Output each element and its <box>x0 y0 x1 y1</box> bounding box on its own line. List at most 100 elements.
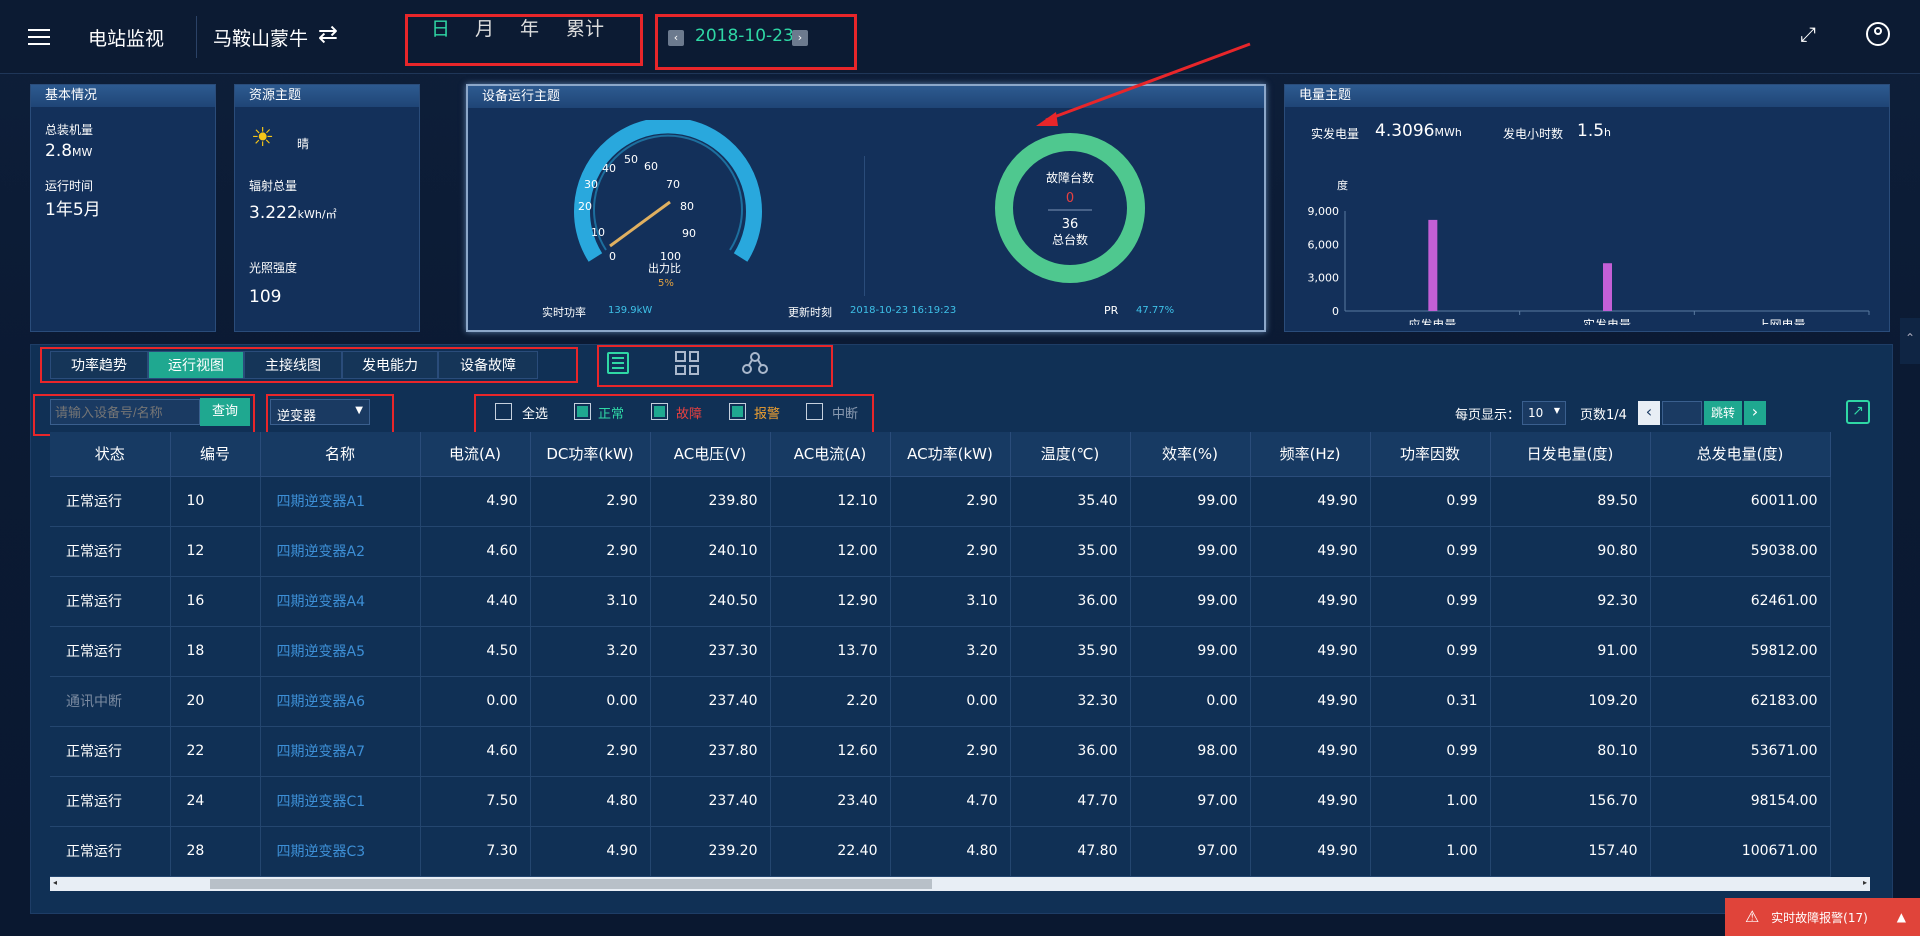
gauge-arc <box>574 120 762 262</box>
gauge-value: 5% <box>658 278 674 289</box>
column-header: 电流(A) <box>420 432 531 477</box>
device-name-link[interactable]: 四期逆变器C3 <box>260 826 421 877</box>
fullscreen-icon[interactable]: ⤢ <box>1800 22 1816 46</box>
tab-capacity[interactable]: 发电能力 <box>342 351 438 379</box>
table-cell: 49.90 <box>1250 626 1371 677</box>
prev-date-icon[interactable]: ‹ <box>668 30 684 46</box>
switch-station-icon[interactable]: ⇄ <box>318 20 338 48</box>
scroll-right-icon[interactable]: ▸ <box>1863 878 1867 887</box>
range-year[interactable]: 年 <box>520 14 539 41</box>
device-name-link[interactable]: 四期逆变器A4 <box>260 576 421 627</box>
list-view-icon[interactable] <box>607 352 629 374</box>
device-name-link[interactable]: 四期逆变器A1 <box>260 476 421 527</box>
power-label: 实时功率 <box>542 306 586 319</box>
warning-checkbox[interactable] <box>729 403 746 420</box>
status-cell: 正常运行 <box>50 626 171 677</box>
y-tick-label: 6,000 <box>1308 238 1340 251</box>
gauge-tick: 60 <box>644 160 658 173</box>
select-all-checkbox[interactable] <box>495 403 512 420</box>
normal-label: 正常 <box>598 407 625 422</box>
table-cell: 12.90 <box>770 576 891 627</box>
panel-title: 基本情况 <box>31 85 215 107</box>
tab-run-view[interactable]: 运行视图 <box>148 351 244 379</box>
table-row[interactable]: 正常运行 24 四期逆变器C1 7.50 4.80 237.40 23.40 4.70 47.7… <box>50 776 1831 827</box>
alarm-label: 实时故障报警(17) <box>1771 911 1868 925</box>
update-value: 2018-10-23 16:19:23 <box>850 305 957 316</box>
table-cell: 4.80 <box>530 776 651 827</box>
table-cell: 23.40 <box>770 776 891 827</box>
range-month[interactable]: 月 <box>475 14 494 41</box>
per-page-select[interactable]: 10 ▼ <box>1522 401 1566 425</box>
horizontal-scrollbar[interactable]: ◂ ▸ <box>50 877 1870 891</box>
device-name-link[interactable]: 四期逆变器A7 <box>260 726 421 777</box>
date-display[interactable]: 2018-10-23 <box>695 26 794 46</box>
jump-button[interactable]: 跳转 <box>1704 401 1742 425</box>
gauge-tick: 10 <box>591 226 605 239</box>
table-cell: 35.90 <box>1010 626 1131 677</box>
table-cell: 80.10 <box>1490 726 1651 777</box>
status-cell: 正常运行 <box>50 526 171 577</box>
range-day[interactable]: 日 <box>431 14 450 41</box>
scroll-left-icon[interactable]: ◂ <box>53 878 57 887</box>
query-button[interactable]: 查询 <box>200 398 250 426</box>
total-label: 总台数 <box>1052 232 1088 247</box>
table-cell: 36.00 <box>1010 726 1131 777</box>
resource-panel: 资源主题 ☀ 晴 辐射总量 3.222kWh/㎡ 光照强度 109 <box>234 84 420 332</box>
export-icon[interactable]: ↗ <box>1846 400 1870 424</box>
tab-wiring[interactable]: 主接线图 <box>244 351 342 379</box>
top-bar: 电站监视 马鞍山蒙牛 ⇄ 日 月 年 累计 ‹ 2018-10-23 › ⤢ <box>0 0 1920 74</box>
device-name-link[interactable]: 四期逆变器A5 <box>260 626 421 677</box>
table-row[interactable]: 通讯中断 20 四期逆变器A6 0.00 0.00 237.40 2.20 0.00 32.30… <box>50 676 1831 727</box>
fault-checkbox[interactable] <box>651 403 668 420</box>
update-label: 更新时刻 <box>788 306 832 319</box>
side-collapse-icon[interactable]: ⌃ <box>1900 318 1920 364</box>
next-page-button[interactable]: › <box>1744 401 1766 425</box>
interrupt-checkbox[interactable] <box>806 403 823 420</box>
gauge-needle <box>609 200 671 248</box>
topology-view-icon[interactable] <box>742 351 768 375</box>
page-indicator: 页数1/4 <box>1580 408 1627 423</box>
table-header-row: 状态 编号 名称 电流(A) DC功率(kW) AC电压(V) AC电流(A) AC功率(kW… <box>50 432 1831 477</box>
scrollbar-thumb[interactable] <box>210 879 932 889</box>
table-row[interactable]: 正常运行 28 四期逆变器C3 7.30 4.90 239.20 22.40 4.80 47.8… <box>50 826 1831 877</box>
table-cell: 4.90 <box>420 476 531 527</box>
x-tick-label: 上网电量 <box>1758 318 1806 325</box>
grid-view-icon[interactable] <box>675 351 699 375</box>
column-header: AC电压(V) <box>650 432 771 477</box>
device-name-link[interactable]: 四期逆变器C1 <box>260 776 421 827</box>
normal-checkbox[interactable] <box>574 403 591 420</box>
table-row[interactable]: 正常运行 12 四期逆变器A2 4.60 2.90 240.10 12.00 2.90 35.0… <box>50 526 1831 577</box>
tab-power-trend[interactable]: 功率趋势 <box>50 351 148 379</box>
device-type-select[interactable]: 逆变器 ▼ <box>270 399 370 425</box>
actual-energy-label: 实发电量 <box>1311 127 1360 141</box>
search-input[interactable] <box>50 399 200 425</box>
table-cell: 156.70 <box>1490 776 1651 827</box>
alarm-bar[interactable]: ⚠ 实时故障报警(17) ▲ <box>1725 898 1920 936</box>
device-name-link[interactable]: 四期逆变器A6 <box>260 676 421 727</box>
weather-text: 晴 <box>297 137 310 151</box>
table-row[interactable]: 正常运行 18 四期逆变器A5 4.50 3.20 237.30 13.70 3.20 35.9… <box>50 626 1831 677</box>
per-page-value: 10 <box>1528 406 1544 420</box>
range-total[interactable]: 累计 <box>566 14 604 41</box>
warning-label: 报警 <box>754 407 781 422</box>
sun-icon: ☀ <box>251 123 275 153</box>
table-row[interactable]: 正常运行 22 四期逆变器A7 4.60 2.90 237.80 12.60 2.90 36.0… <box>50 726 1831 777</box>
next-date-icon[interactable]: › <box>792 30 808 46</box>
table-row[interactable]: 正常运行 16 四期逆变器A4 4.40 3.10 240.50 12.90 3.10 36.0… <box>50 576 1831 627</box>
page-input[interactable] <box>1662 401 1702 425</box>
station-name[interactable]: 马鞍山蒙牛 <box>213 24 308 51</box>
user-icon[interactable] <box>1866 22 1890 46</box>
pr-value: 47.77% <box>1136 305 1175 316</box>
gauge-label: 出力比 <box>648 261 681 275</box>
bar <box>1603 263 1612 311</box>
device-name-link[interactable]: 四期逆变器A2 <box>260 526 421 577</box>
expand-up-icon[interactable]: ▲ <box>1897 898 1906 936</box>
gauge-tick: 30 <box>584 178 598 191</box>
prev-page-button[interactable]: ‹ <box>1638 401 1660 425</box>
gauge-tick: 0 <box>609 250 616 263</box>
table-row[interactable]: 正常运行 10 四期逆变器A1 4.90 2.90 239.80 12.10 2.90 35.4… <box>50 476 1831 527</box>
tab-faults[interactable]: 设备故障 <box>438 351 538 379</box>
menu-icon[interactable] <box>28 29 50 45</box>
table-cell: 35.00 <box>1010 526 1131 577</box>
fault-label: 故障 <box>676 407 703 422</box>
